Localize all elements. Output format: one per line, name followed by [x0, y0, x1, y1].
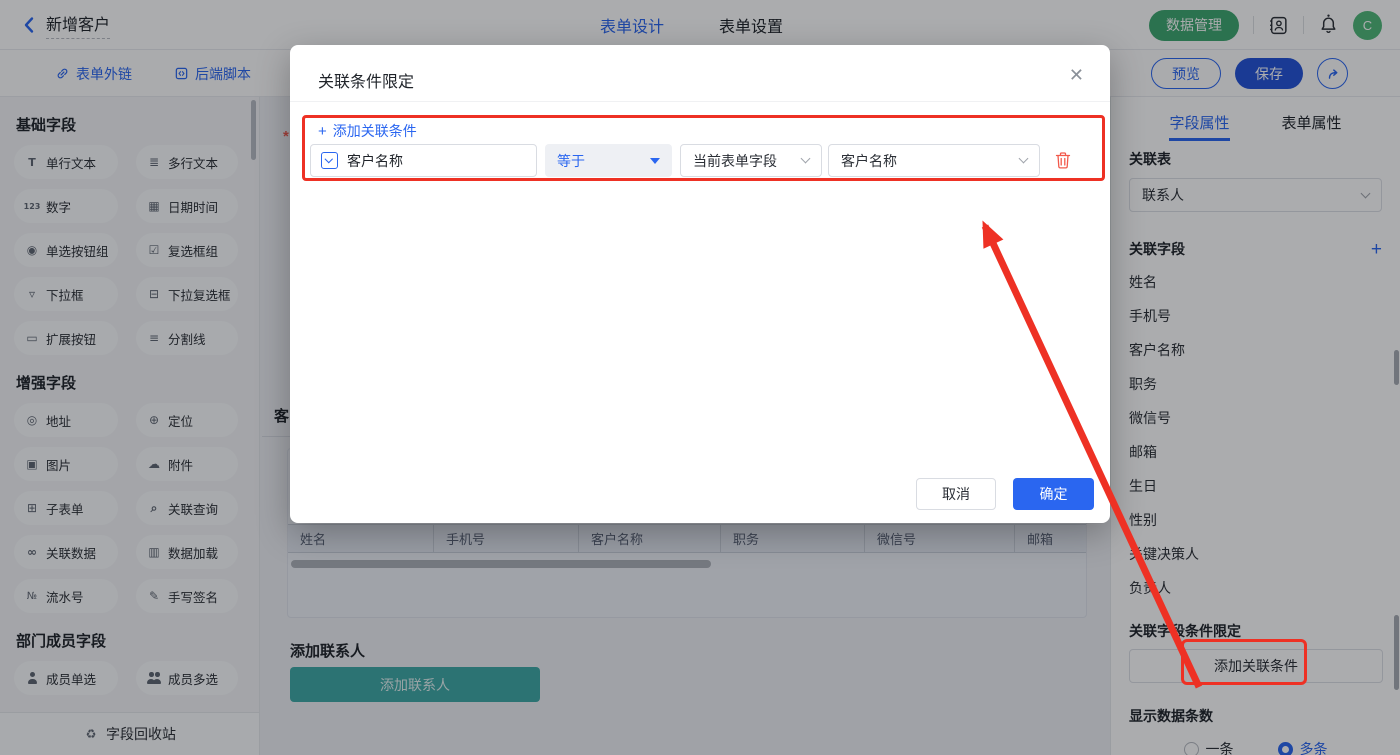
select-field-icon: [321, 152, 338, 169]
condition-limit-modal: 关联条件限定 ✕ 添加关联条件 客户名称 等于 当前表单字段 客户名称: [290, 45, 1110, 523]
caret-down-icon: [650, 158, 660, 164]
condition-field-value: 客户名称: [347, 151, 403, 171]
confirm-button[interactable]: 确定: [1013, 478, 1094, 510]
condition-value-select[interactable]: 客户名称: [828, 144, 1040, 177]
chevron-down-icon: [801, 154, 811, 164]
trash-icon: [1054, 151, 1072, 170]
plus-icon: [318, 123, 327, 140]
add-condition-link[interactable]: 添加关联条件: [318, 121, 417, 141]
close-icon[interactable]: ✕: [1069, 65, 1084, 86]
cancel-button[interactable]: 取消: [916, 478, 996, 510]
condition-source-value: 当前表单字段: [693, 151, 777, 171]
condition-source-select[interactable]: 当前表单字段: [680, 144, 822, 177]
modal-title: 关联条件限定: [318, 68, 414, 92]
modal-divider: [290, 101, 1110, 102]
condition-value-value: 客户名称: [841, 151, 897, 171]
delete-condition-button[interactable]: [1054, 144, 1072, 177]
condition-operator-value: 等于: [557, 151, 585, 171]
add-condition-link-label: 添加关联条件: [333, 121, 417, 141]
chevron-down-icon: [1019, 154, 1029, 164]
form-designer-app: 新增客户 表单设计 表单设置 数据管理 C: [0, 0, 1400, 755]
condition-field-input[interactable]: 客户名称: [310, 144, 537, 177]
condition-operator-select[interactable]: 等于: [545, 144, 672, 177]
